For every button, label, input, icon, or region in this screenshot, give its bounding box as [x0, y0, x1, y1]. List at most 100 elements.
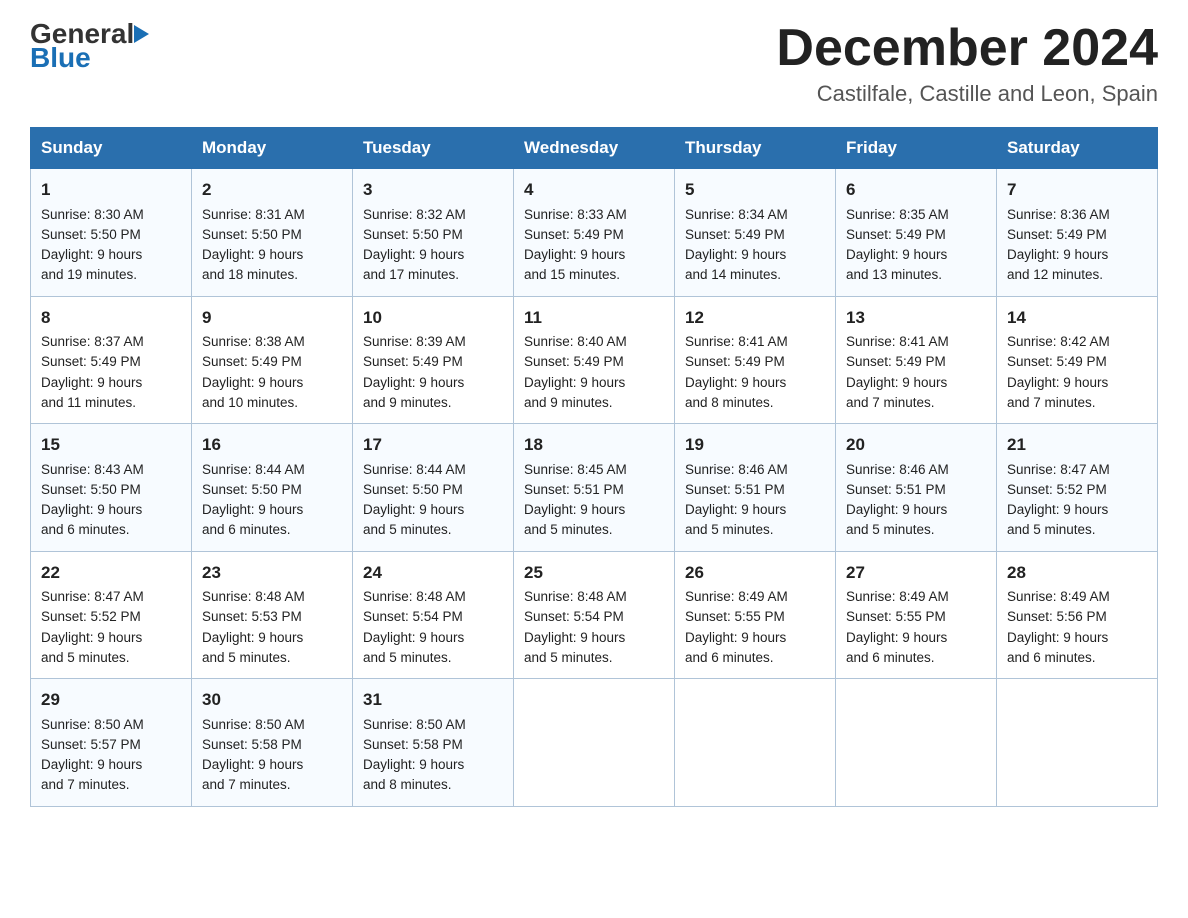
sunrise-label: Sunrise: 8:46 AM [685, 462, 788, 477]
daylight-cont: and 5 minutes. [524, 650, 613, 665]
sunset-label: Sunset: 5:50 PM [202, 227, 302, 242]
daylight-label: Daylight: 9 hours [41, 502, 142, 517]
sunset-label: Sunset: 5:49 PM [685, 354, 785, 369]
daylight-cont: and 6 minutes. [685, 650, 774, 665]
sunrise-label: Sunrise: 8:37 AM [41, 334, 144, 349]
day-number: 1 [41, 177, 181, 203]
calendar-cell: 16 Sunrise: 8:44 AM Sunset: 5:50 PM Dayl… [192, 424, 353, 552]
title-block: December 2024 Castilfale, Castille and L… [776, 20, 1158, 107]
sunrise-label: Sunrise: 8:50 AM [363, 717, 466, 732]
calendar-cell [997, 679, 1158, 807]
col-friday: Friday [836, 128, 997, 169]
day-number: 13 [846, 305, 986, 331]
daylight-cont: and 5 minutes. [1007, 522, 1096, 537]
daylight-label: Daylight: 9 hours [524, 502, 625, 517]
sunrise-label: Sunrise: 8:48 AM [524, 589, 627, 604]
col-saturday: Saturday [997, 128, 1158, 169]
calendar-cell: 13 Sunrise: 8:41 AM Sunset: 5:49 PM Dayl… [836, 296, 997, 424]
sunrise-label: Sunrise: 8:46 AM [846, 462, 949, 477]
calendar-week-row: 15 Sunrise: 8:43 AM Sunset: 5:50 PM Dayl… [31, 424, 1158, 552]
day-number: 23 [202, 560, 342, 586]
daylight-label: Daylight: 9 hours [202, 757, 303, 772]
daylight-cont: and 5 minutes. [685, 522, 774, 537]
daylight-cont: and 9 minutes. [363, 395, 452, 410]
daylight-cont: and 15 minutes. [524, 267, 620, 282]
daylight-cont: and 5 minutes. [363, 522, 452, 537]
daylight-label: Daylight: 9 hours [363, 247, 464, 262]
day-number: 5 [685, 177, 825, 203]
daylight-label: Daylight: 9 hours [524, 630, 625, 645]
daylight-cont: and 7 minutes. [1007, 395, 1096, 410]
sunset-label: Sunset: 5:49 PM [1007, 227, 1107, 242]
sunrise-label: Sunrise: 8:42 AM [1007, 334, 1110, 349]
daylight-label: Daylight: 9 hours [202, 502, 303, 517]
calendar-cell: 15 Sunrise: 8:43 AM Sunset: 5:50 PM Dayl… [31, 424, 192, 552]
day-number: 22 [41, 560, 181, 586]
day-number: 16 [202, 432, 342, 458]
daylight-cont: and 7 minutes. [202, 777, 291, 792]
subtitle: Castilfale, Castille and Leon, Spain [776, 81, 1158, 107]
calendar-cell: 11 Sunrise: 8:40 AM Sunset: 5:49 PM Dayl… [514, 296, 675, 424]
calendar-cell [675, 679, 836, 807]
day-number: 29 [41, 687, 181, 713]
daylight-cont: and 5 minutes. [41, 650, 130, 665]
calendar-week-row: 1 Sunrise: 8:30 AM Sunset: 5:50 PM Dayli… [31, 169, 1158, 297]
sunrise-label: Sunrise: 8:49 AM [1007, 589, 1110, 604]
calendar-cell: 22 Sunrise: 8:47 AM Sunset: 5:52 PM Dayl… [31, 551, 192, 679]
calendar-cell: 26 Sunrise: 8:49 AM Sunset: 5:55 PM Dayl… [675, 551, 836, 679]
daylight-cont: and 13 minutes. [846, 267, 942, 282]
daylight-cont: and 11 minutes. [41, 395, 136, 410]
main-title: December 2024 [776, 20, 1158, 77]
day-number: 11 [524, 305, 664, 331]
sunset-label: Sunset: 5:54 PM [363, 609, 463, 624]
day-number: 3 [363, 177, 503, 203]
day-number: 20 [846, 432, 986, 458]
day-number: 27 [846, 560, 986, 586]
daylight-label: Daylight: 9 hours [363, 502, 464, 517]
daylight-label: Daylight: 9 hours [524, 375, 625, 390]
sunrise-label: Sunrise: 8:36 AM [1007, 207, 1110, 222]
daylight-label: Daylight: 9 hours [363, 375, 464, 390]
calendar-week-row: 29 Sunrise: 8:50 AM Sunset: 5:57 PM Dayl… [31, 679, 1158, 807]
daylight-label: Daylight: 9 hours [202, 247, 303, 262]
daylight-label: Daylight: 9 hours [685, 630, 786, 645]
day-number: 30 [202, 687, 342, 713]
sunset-label: Sunset: 5:55 PM [685, 609, 785, 624]
daylight-cont: and 7 minutes. [846, 395, 935, 410]
sunset-label: Sunset: 5:50 PM [202, 482, 302, 497]
daylight-cont: and 5 minutes. [524, 522, 613, 537]
daylight-cont: and 8 minutes. [363, 777, 452, 792]
daylight-label: Daylight: 9 hours [846, 502, 947, 517]
sunset-label: Sunset: 5:50 PM [41, 482, 141, 497]
sunrise-label: Sunrise: 8:50 AM [41, 717, 144, 732]
sunset-label: Sunset: 5:53 PM [202, 609, 302, 624]
daylight-label: Daylight: 9 hours [846, 375, 947, 390]
col-sunday: Sunday [31, 128, 192, 169]
sunrise-label: Sunrise: 8:50 AM [202, 717, 305, 732]
sunrise-label: Sunrise: 8:45 AM [524, 462, 627, 477]
sunrise-label: Sunrise: 8:47 AM [1007, 462, 1110, 477]
logo-arrow-icon [134, 25, 149, 43]
daylight-cont: and 10 minutes. [202, 395, 298, 410]
daylight-label: Daylight: 9 hours [1007, 247, 1108, 262]
calendar-week-row: 22 Sunrise: 8:47 AM Sunset: 5:52 PM Dayl… [31, 551, 1158, 679]
daylight-label: Daylight: 9 hours [202, 375, 303, 390]
daylight-label: Daylight: 9 hours [41, 630, 142, 645]
sunrise-label: Sunrise: 8:43 AM [41, 462, 144, 477]
calendar-cell: 14 Sunrise: 8:42 AM Sunset: 5:49 PM Dayl… [997, 296, 1158, 424]
calendar-cell: 17 Sunrise: 8:44 AM Sunset: 5:50 PM Dayl… [353, 424, 514, 552]
daylight-label: Daylight: 9 hours [1007, 630, 1108, 645]
sunrise-label: Sunrise: 8:30 AM [41, 207, 144, 222]
daylight-cont: and 8 minutes. [685, 395, 774, 410]
day-number: 8 [41, 305, 181, 331]
sunrise-label: Sunrise: 8:35 AM [846, 207, 949, 222]
daylight-label: Daylight: 9 hours [41, 757, 142, 772]
daylight-cont: and 6 minutes. [41, 522, 130, 537]
calendar-cell: 9 Sunrise: 8:38 AM Sunset: 5:49 PM Dayli… [192, 296, 353, 424]
day-number: 10 [363, 305, 503, 331]
day-number: 21 [1007, 432, 1147, 458]
sunset-label: Sunset: 5:56 PM [1007, 609, 1107, 624]
daylight-label: Daylight: 9 hours [1007, 502, 1108, 517]
sunset-label: Sunset: 5:49 PM [202, 354, 302, 369]
sunset-label: Sunset: 5:52 PM [41, 609, 141, 624]
